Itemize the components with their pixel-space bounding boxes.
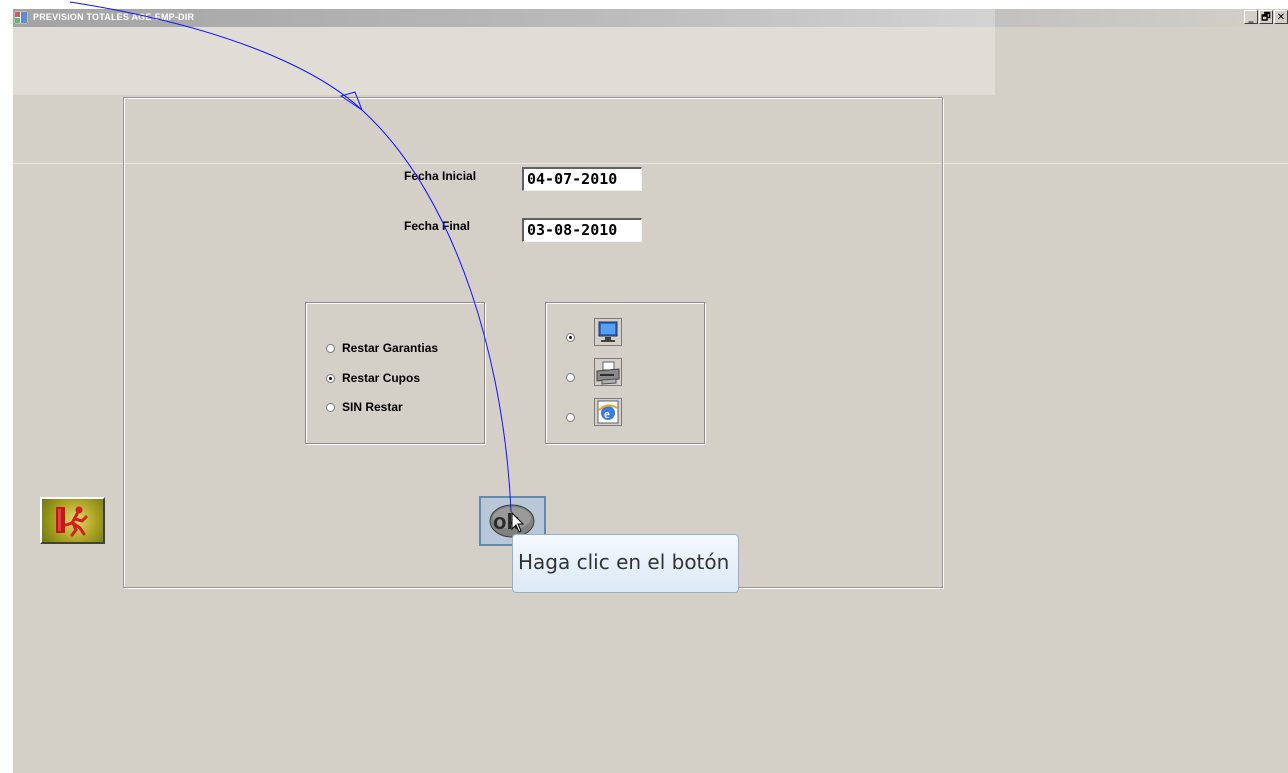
mouse-cursor-icon [511,512,525,533]
exit-door-icon [56,506,88,537]
exit-button[interactable] [40,497,105,544]
sin-restar-label: SIN Restar [342,400,403,414]
monitor-icon[interactable] [594,318,622,346]
radio-output-printer[interactable] [566,373,575,382]
restar-garantias-label: Restar Garantias [342,341,439,355]
svg-text:e: e [604,406,610,421]
minimize-button[interactable]: _ [1244,10,1258,24]
restar-cupos-label: Restar Cupos [342,371,421,385]
printer-icon[interactable] [594,358,622,386]
radio-sin-restar[interactable] [326,403,335,412]
radio-output-web[interactable] [566,413,575,422]
app-icon [14,11,28,24]
close-button[interactable]: ✕ [1274,10,1288,24]
radio-restar-garantias[interactable] [326,344,335,353]
radio-output-screen[interactable] [566,333,575,342]
restore-button[interactable]: 🗗 [1259,10,1273,24]
fecha-inicial-label: Fecha Inicial [404,169,477,183]
radio-restar-cupos[interactable] [326,374,335,383]
fecha-final-input[interactable]: 03-08-2010 [522,218,642,242]
internet-explorer-icon[interactable]: e [594,398,622,426]
tooltip: Haga clic en el botón [512,534,739,593]
fecha-inicial-input[interactable]: 04-07-2010 [522,167,642,191]
title-bar[interactable]: PREVISION TOTALES AGE-EMP-DIR _ 🗗 ✕ [13,9,1288,27]
fecha-final-label: Fecha Final [404,219,471,233]
window-title: PREVISION TOTALES AGE-EMP-DIR [33,12,195,22]
